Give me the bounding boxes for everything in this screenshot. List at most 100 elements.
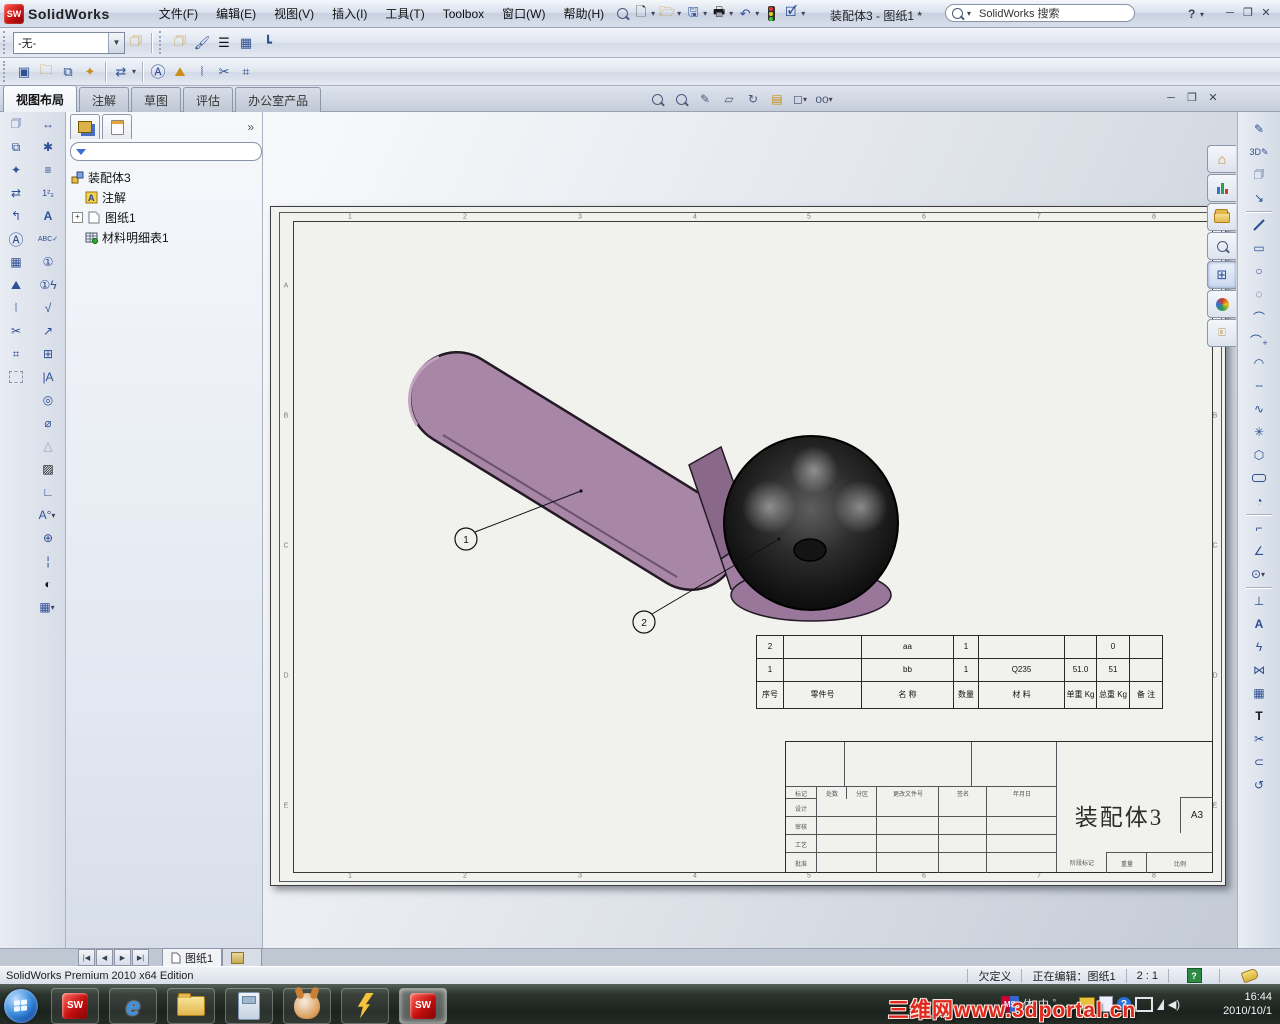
offset-entities-button[interactable]: ⊂ (1247, 751, 1271, 773)
save-dropdown[interactable]: ▾ (703, 9, 707, 18)
doc-minimize-button[interactable]: ─ (1163, 92, 1179, 105)
layer-combo-arrow-icon[interactable]: ▼ (108, 32, 124, 53)
balloon-button[interactable]: ① (36, 251, 60, 273)
bom-cell[interactable] (978, 636, 1064, 659)
tab-search[interactable] (1207, 232, 1236, 260)
tray-network-icon[interactable] (1156, 998, 1164, 1010)
tree-filter-box[interactable] (70, 142, 262, 161)
cosmetic-thread-button[interactable]: ◐ (36, 573, 60, 595)
title-block[interactable]: 标记 处数 分区 更改文件号 签名 年月日 设计 审核 工艺 批准 阶段标记 重… (785, 741, 1213, 873)
bom-cell[interactable]: bb (861, 659, 953, 682)
smart-dimension-button[interactable]: ↔ (36, 113, 60, 135)
tables-button[interactable]: ▦ ▾ (36, 596, 60, 618)
doc-restore-button[interactable]: ❐ (1184, 92, 1200, 105)
tray-volume-icon[interactable]: ◀) (1168, 996, 1180, 1012)
bom-cell[interactable]: 1 (953, 636, 978, 659)
bom-cell[interactable]: 51 (1096, 659, 1129, 682)
menu-tools[interactable]: 工具(T) (376, 3, 433, 25)
update-view-button[interactable]: ⇄ (110, 61, 132, 83)
menu-insert[interactable]: 插入(I) (323, 3, 376, 25)
first-sheet-button[interactable]: |◀ (78, 949, 95, 966)
bom-cell[interactable]: 1 (756, 659, 783, 682)
doc-close-button[interactable]: ✕ (1205, 92, 1221, 105)
new-dropdown[interactable]: ▾ (651, 9, 655, 18)
sketch-picture-button[interactable]: 🗇 (1247, 164, 1271, 186)
tab-appearances[interactable] (1207, 290, 1236, 318)
model-items-button[interactable]: ✱ (36, 136, 60, 158)
tab-solidworks-resources[interactable]: ⌂ (1207, 145, 1236, 173)
drawing-sheet-paper[interactable]: 1 2 3 4 5 6 7 8 1 2 3 4 5 6 7 8 A B C D … (270, 206, 1226, 886)
menu-pin-icon[interactable] (613, 6, 631, 22)
taskbar-calculator[interactable] (225, 987, 273, 1024)
zoom-area-icon[interactable] (672, 91, 690, 107)
quick-tips-help-toggle[interactable]: ? (1168, 968, 1219, 983)
search-input[interactable] (977, 6, 1128, 20)
spell-check-button[interactable]: ABC✓ (36, 228, 60, 250)
help-button[interactable]: ? (1188, 7, 1195, 21)
prev-sheet-button[interactable]: ◀ (96, 949, 113, 966)
linear-pattern-button[interactable]: ▦ (1247, 682, 1271, 704)
open-button[interactable]: 🗁 (658, 4, 676, 23)
bom-cell[interactable]: 0 (1096, 636, 1129, 659)
bom-cell[interactable]: 1 (953, 659, 978, 682)
taskbar-winamp[interactable] (341, 987, 389, 1024)
geometric-tolerance-button[interactable]: ⊞ (36, 343, 60, 365)
bom-cell[interactable]: Q235 (978, 659, 1064, 682)
tree-expander-plus[interactable]: + (72, 212, 83, 223)
section-view-button[interactable]: ⛰ (169, 61, 191, 83)
taskbar-file-explorer[interactable] (167, 987, 215, 1024)
move-entities-button[interactable]: T (1247, 705, 1271, 727)
tab-file-explorer[interactable] (1207, 203, 1236, 231)
model-view-button[interactable]: ✦ (4, 159, 28, 181)
datum-target-button[interactable]: ◎ (36, 389, 60, 411)
tree-item-annotations[interactable]: A 注解 (84, 188, 126, 207)
tab-view-palette[interactable]: ⊞ (1207, 261, 1236, 289)
next-sheet-button[interactable]: ▶ (114, 949, 131, 966)
taskbar-emule[interactable] (283, 987, 331, 1024)
polygon-tool[interactable]: ⬡ (1247, 444, 1271, 466)
menu-toolbox[interactable]: Toolbox (434, 3, 493, 25)
bom-cell[interactable] (783, 659, 861, 682)
rectangle-tool[interactable]: ▭ (1247, 237, 1271, 259)
annotation-link-button[interactable]: Ⓐ (4, 228, 28, 250)
ordinate-dimension-button[interactable]: ≡ (36, 159, 60, 181)
tab-custom-properties[interactable]: 🗉 (1207, 319, 1236, 347)
tags-button[interactable] (1219, 967, 1280, 984)
help-dropdown[interactable]: ▾ (1200, 10, 1204, 19)
surface-finish-button[interactable]: √ (36, 297, 60, 319)
undo-button[interactable]: ↶ (736, 5, 754, 23)
tab-view-layout[interactable]: 视图布局 (3, 85, 78, 112)
save-button[interactable]: 🖫 (684, 4, 702, 23)
quick-snaps-button[interactable]: ↘ (1247, 187, 1271, 209)
chamfer-dimension-button[interactable]: ∟ (36, 481, 60, 503)
line-color-button[interactable]: 🖌 (191, 32, 213, 54)
circle-tool[interactable]: ○ (1247, 260, 1271, 282)
new-document-button[interactable]: 🗋 (632, 4, 650, 23)
appearances-icon[interactable]: ▤ (768, 91, 786, 107)
spline-tool[interactable]: ∿ (1247, 398, 1271, 420)
auto-balloon-button[interactable]: ①ϟ (36, 274, 60, 296)
tab-evaluate[interactable]: 评估 (183, 87, 234, 112)
centerpoint-arc-tool[interactable]: ⌒ (1247, 306, 1271, 328)
minimize-button[interactable]: ─ (1222, 7, 1238, 20)
convert-entities-button[interactable]: ↺ (1247, 774, 1271, 796)
bom-cell[interactable]: 51.0 (1064, 659, 1096, 682)
bom-cell[interactable]: 2 (756, 636, 783, 659)
detail-view-button[interactable]: ⌗ (235, 61, 257, 83)
bom-cell[interactable] (1129, 659, 1162, 682)
crop-view-button[interactable]: ✂ (4, 320, 28, 342)
note-button[interactable]: A (36, 205, 60, 227)
restore-button[interactable]: ❐ (1240, 7, 1256, 20)
zoom-fit-icon[interactable] (648, 91, 666, 107)
area-hatch-button[interactable]: ▨ (36, 458, 60, 480)
add-sheet-tab[interactable] (222, 948, 263, 966)
model-view-button[interactable]: 🗀 (35, 61, 57, 83)
last-sheet-button[interactable]: ▶| (132, 949, 149, 966)
auto-insert-dimension-button[interactable]: ϟ (1247, 636, 1271, 658)
straight-slot-tool[interactable] (1247, 467, 1271, 489)
menu-file[interactable]: 文件(F) (150, 3, 207, 25)
print-button[interactable]: 🖶 (710, 4, 728, 23)
view-annotations-icon[interactable]: ✎ (696, 91, 714, 107)
weld-symbol-button[interactable]: ↗ (36, 320, 60, 342)
sketch-chamfer-tool[interactable]: ∠ (1247, 540, 1271, 562)
